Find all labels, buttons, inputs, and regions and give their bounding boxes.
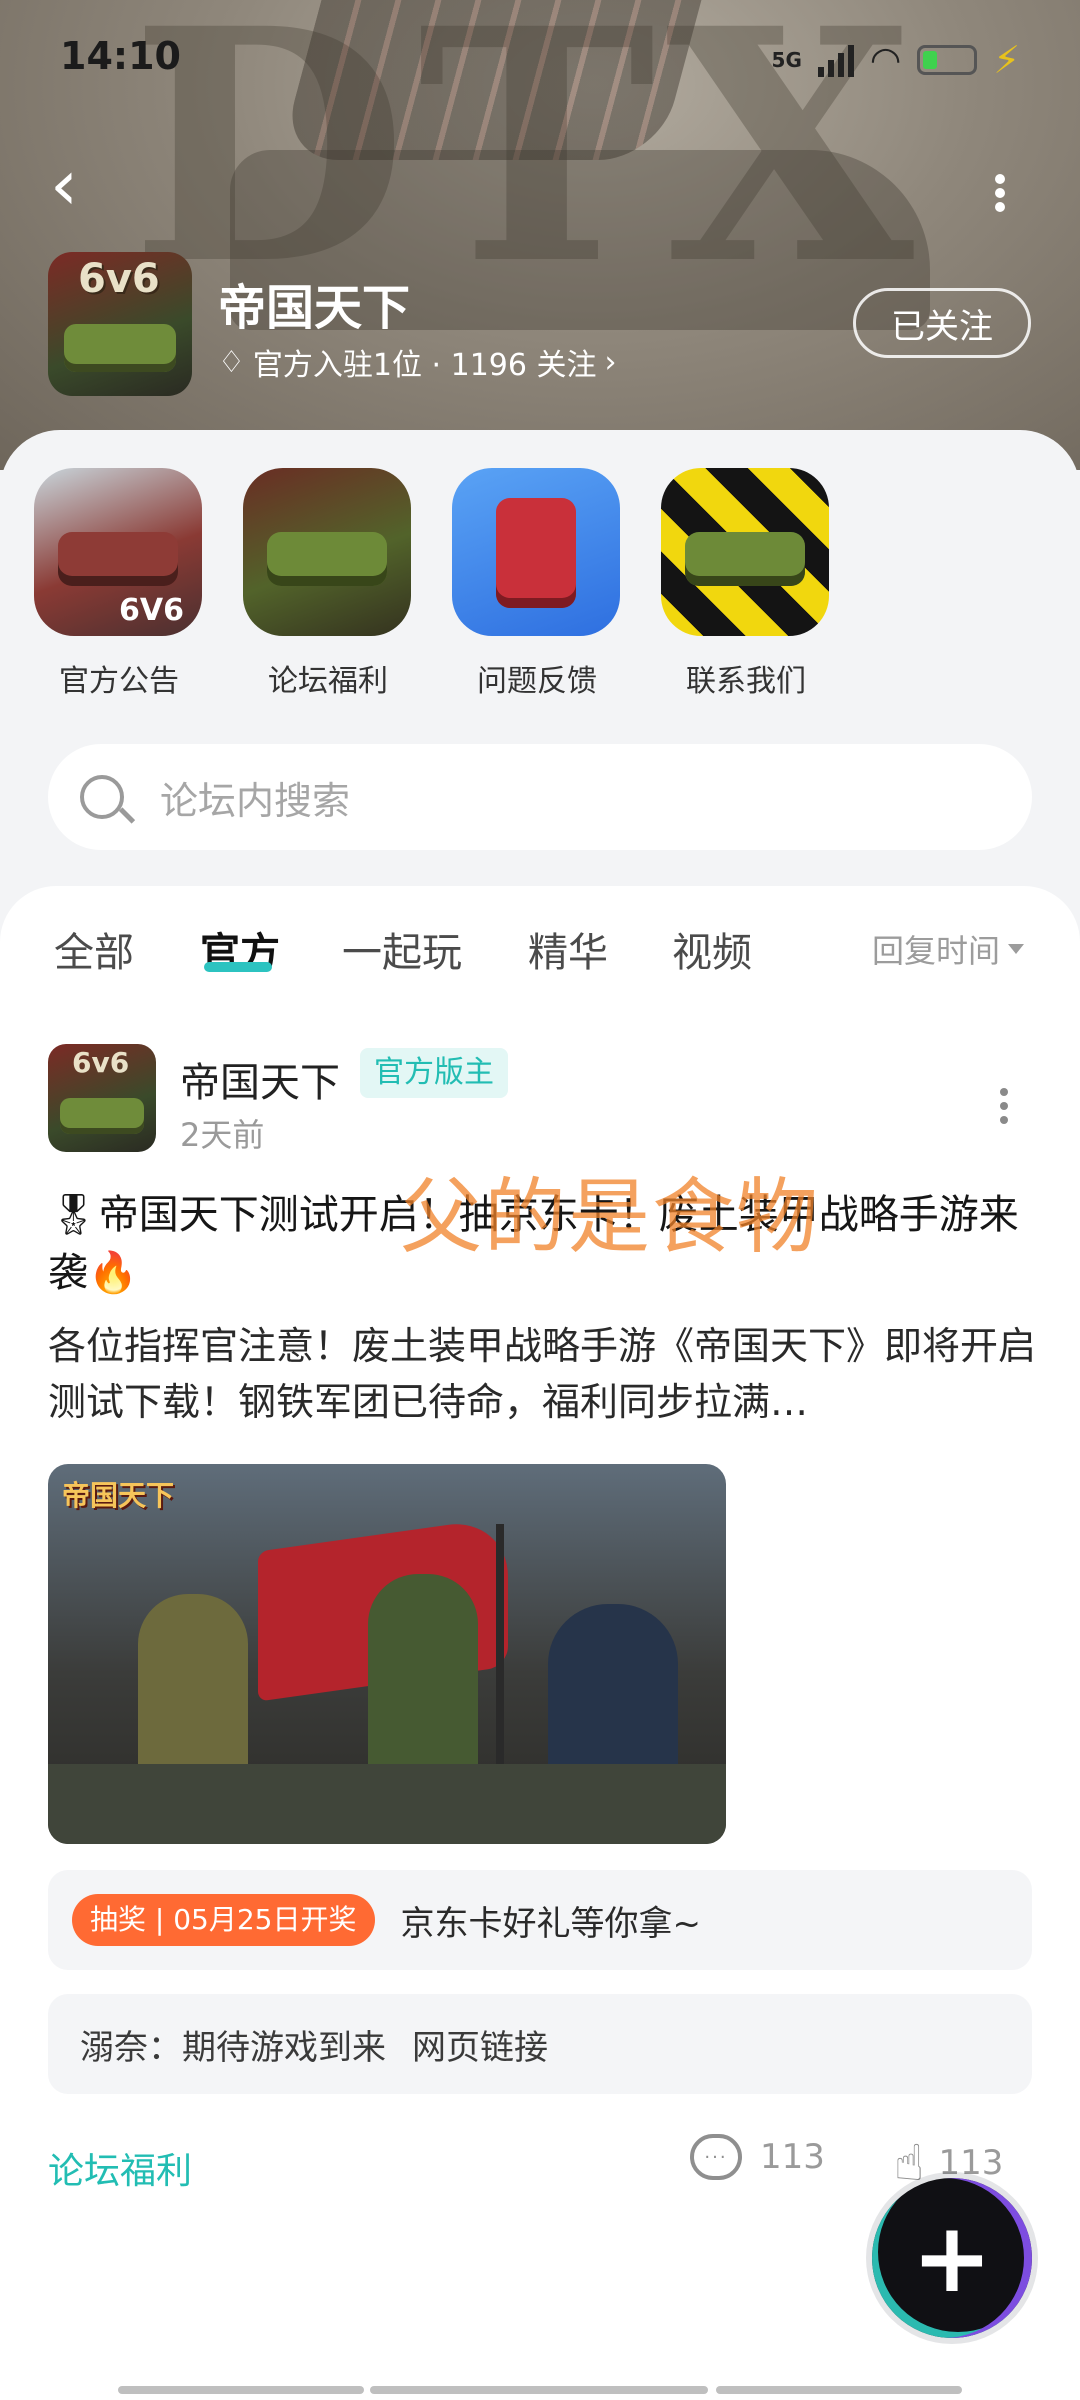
caret-down-icon bbox=[1008, 944, 1025, 954]
lottery-text: 京东卡好礼等你拿~ bbox=[400, 1903, 702, 1944]
battery-icon bbox=[917, 45, 978, 75]
reply-text: 溺奈：期待游戏到来 bbox=[80, 2027, 386, 2068]
wifi-icon: ◠ bbox=[869, 39, 902, 81]
forum-title: 帝国天下 bbox=[218, 280, 411, 336]
tank-icon bbox=[64, 324, 176, 372]
plus-icon: + bbox=[911, 2202, 993, 2314]
shortcut-contact[interactable]: 联系我们 bbox=[661, 468, 831, 700]
post-author-name[interactable]: 帝国天下 bbox=[180, 1050, 340, 1108]
image-logo-text: 帝国天下 bbox=[62, 1479, 175, 1512]
gesture-bar bbox=[716, 2386, 962, 2394]
shortcut-feedback[interactable]: 问题反馈 bbox=[452, 468, 622, 700]
post-time: 2天前 bbox=[180, 1116, 265, 1154]
chevron-right-icon: › bbox=[604, 344, 617, 380]
post-author-avatar[interactable]: 6v6 bbox=[48, 1044, 156, 1152]
follow-button[interactable]: 已关注 bbox=[853, 288, 1031, 358]
avatar-badge-text: 6v6 bbox=[72, 1046, 130, 1079]
reply-link[interactable]: 网页链接 bbox=[412, 2020, 548, 2069]
charging-icon: ⚡ bbox=[993, 38, 1020, 82]
chevron-left-icon: ‹ bbox=[50, 144, 78, 226]
tab-video[interactable]: 视频 bbox=[672, 920, 752, 978]
supply-crates bbox=[48, 1764, 726, 1844]
gesture-bar bbox=[370, 2386, 708, 2394]
tab-featured[interactable]: 精华 bbox=[528, 920, 608, 978]
shortcut-label: 论坛福利 bbox=[268, 664, 388, 699]
green-tank-icon bbox=[243, 468, 411, 636]
post-body[interactable]: 各位指挥官注意！废土装甲战略手游《帝国天下》即将开启测试下载！钢铁军团已待命，福… bbox=[48, 1318, 1038, 1430]
post-image[interactable]: 帝国天下 bbox=[48, 1464, 726, 1844]
shortcut-welfare[interactable]: 论坛福利 bbox=[243, 468, 413, 700]
shortcut-label: 联系我们 bbox=[686, 664, 806, 699]
reply-preview[interactable]: 溺奈：期待游戏到来 网页链接 bbox=[48, 1994, 1032, 2094]
diamond-icon: ♢ bbox=[218, 344, 245, 380]
forum-avatar: 6v6 bbox=[48, 252, 192, 396]
post-more-button[interactable] bbox=[995, 1082, 1013, 1130]
sort-dropdown[interactable]: 回复时间 bbox=[872, 926, 1025, 972]
banner-rocket-barrels bbox=[278, 0, 702, 160]
avatar-badge-text: 6v6 bbox=[78, 256, 160, 302]
search-placeholder: 论坛内搜索 bbox=[160, 778, 351, 823]
back-button[interactable]: ‹ bbox=[50, 150, 110, 225]
comment-count: 113 bbox=[760, 2137, 825, 2177]
lottery-card[interactable]: 抽奖 | 05月25日开奖 京东卡好礼等你拿~ bbox=[48, 1870, 1032, 1970]
gesture-bar bbox=[118, 2386, 364, 2394]
sort-label: 回复时间 bbox=[872, 932, 1001, 970]
network-label: 5G bbox=[771, 48, 802, 72]
more-options-button[interactable] bbox=[980, 170, 1020, 240]
create-post-button[interactable]: + bbox=[872, 2178, 1032, 2338]
search-input[interactable]: 论坛内搜索 bbox=[48, 744, 1032, 850]
comment-icon: ··· bbox=[690, 2134, 742, 2180]
like-count: 113 bbox=[938, 2143, 1004, 2183]
tank-icon bbox=[60, 1098, 144, 1134]
tank-6v6-icon: 6V6 bbox=[34, 468, 202, 636]
striped-tank-icon bbox=[661, 468, 829, 636]
signal-icon bbox=[817, 43, 854, 77]
shortcut-announcement[interactable]: 6V6 官方公告 bbox=[34, 468, 204, 700]
shortcut-label: 问题反馈 bbox=[477, 664, 597, 699]
search-icon bbox=[80, 775, 124, 819]
forum-meta-text: 官方入驻1位 · 1196 关注 bbox=[252, 348, 597, 383]
status-icons: 5G ◠ ⚡ bbox=[772, 38, 1020, 82]
forum-meta[interactable]: ♢ 官方入驻1位 · 1196 关注 › bbox=[218, 340, 617, 384]
red-tank-icon bbox=[452, 468, 620, 636]
lottery-tag: 抽奖 | 05月25日开奖 bbox=[72, 1894, 375, 1946]
comment-button[interactable]: ··· 113 bbox=[690, 2134, 825, 2180]
thumbs-up-icon: ☝ bbox=[894, 2134, 925, 2192]
status-time: 14:10 bbox=[60, 34, 181, 78]
moderator-badge: 官方版主 bbox=[360, 1048, 508, 1098]
tab-all[interactable]: 全部 bbox=[54, 920, 134, 978]
active-tab-indicator bbox=[204, 962, 272, 972]
overlay-watermark-text: 父的是食物 bbox=[400, 1170, 821, 1265]
shortcut-label: 官方公告 bbox=[59, 664, 179, 699]
forum-tag-link[interactable]: 论坛福利 bbox=[48, 2142, 192, 2194]
tab-play-together[interactable]: 一起玩 bbox=[342, 920, 462, 978]
